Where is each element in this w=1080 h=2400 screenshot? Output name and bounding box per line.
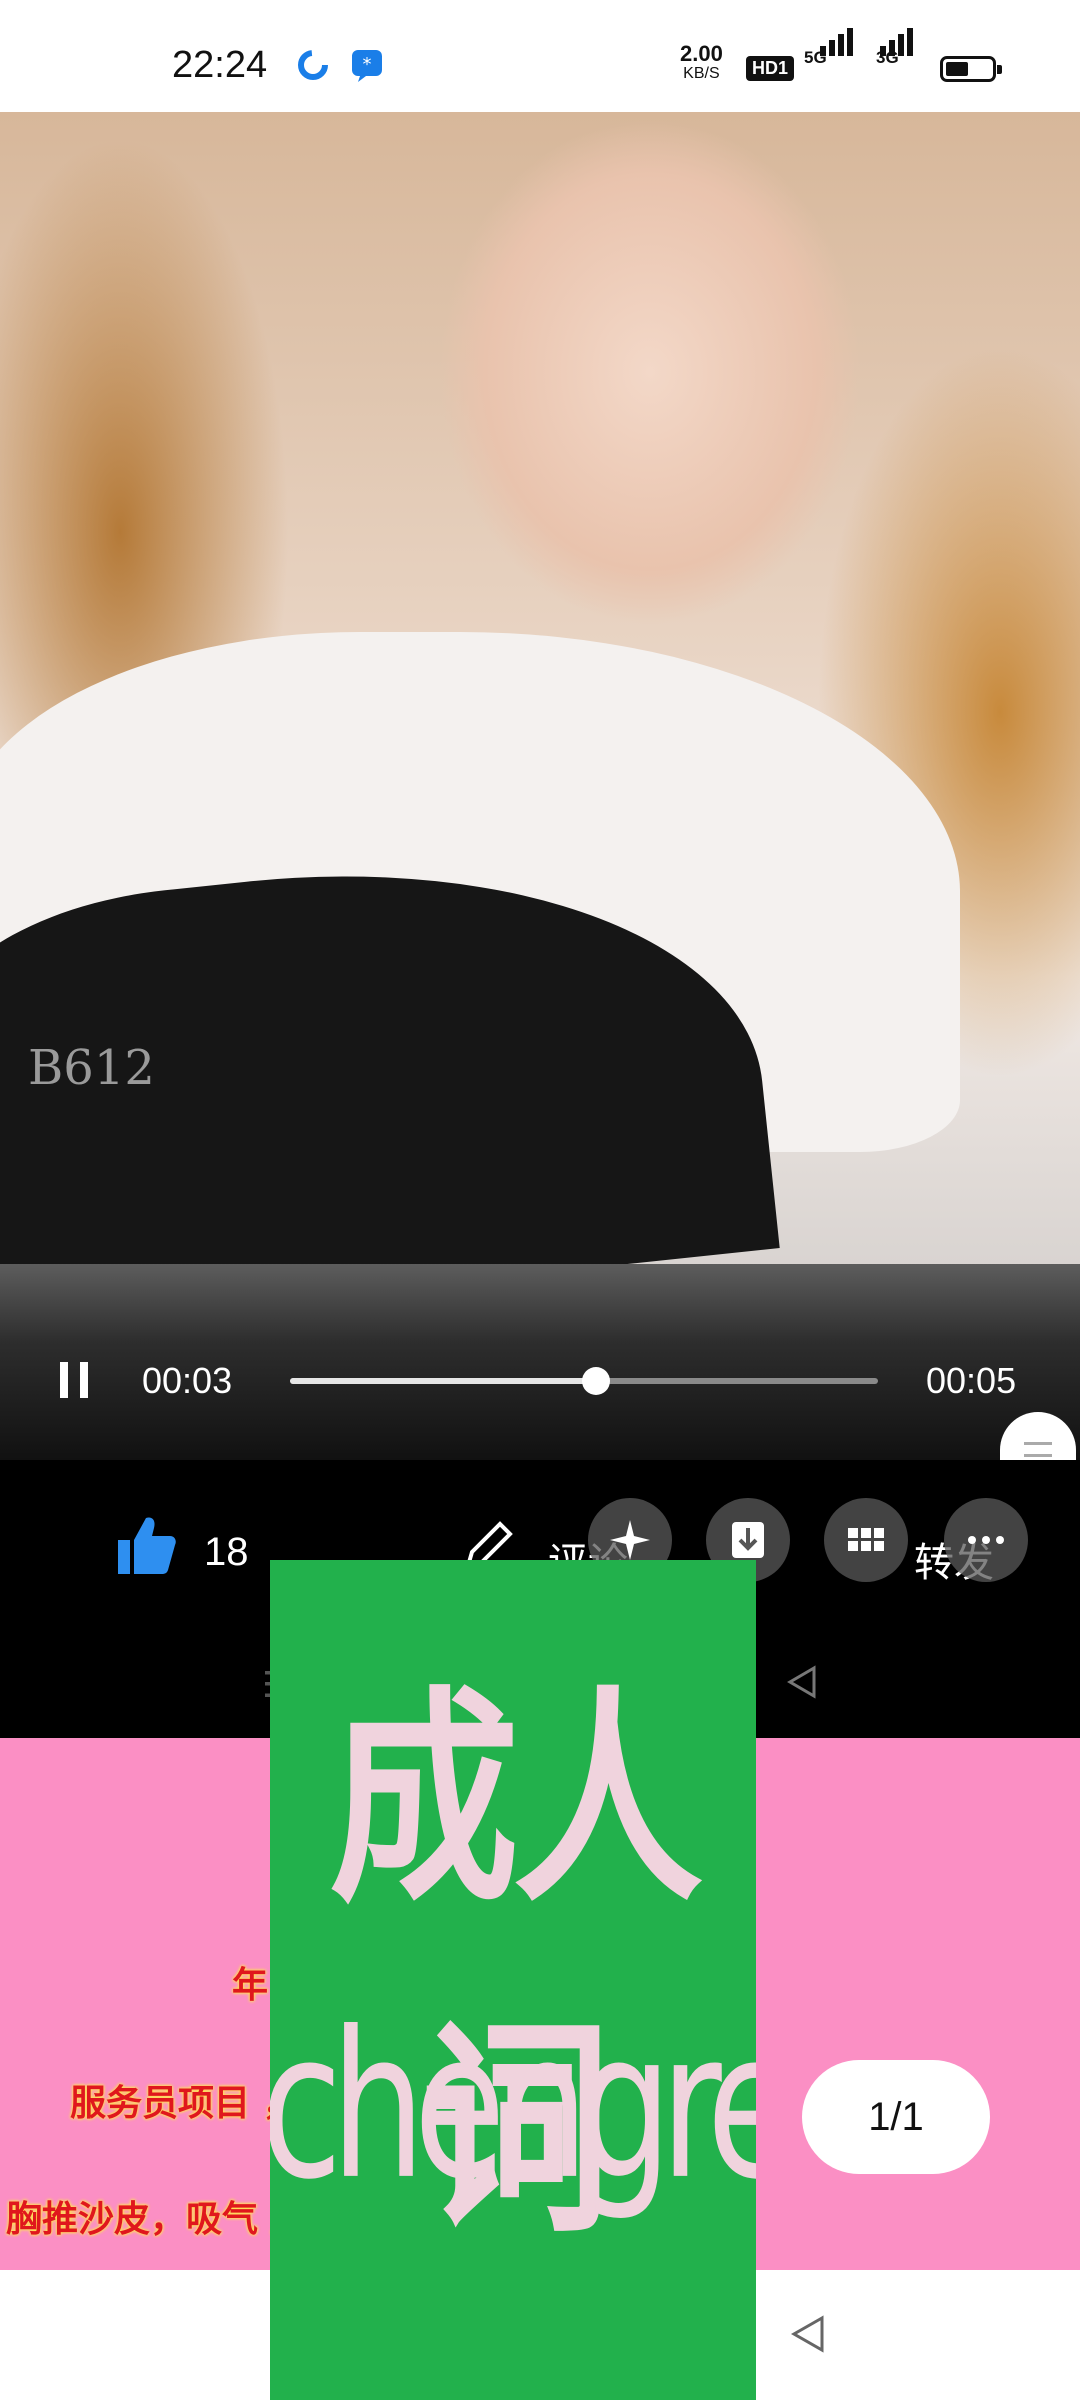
thumbs-up-icon[interactable]	[112, 1512, 178, 1578]
page-indicator: 1/1	[802, 2060, 990, 2174]
network-speed: 2.00 KB/S	[680, 41, 723, 84]
circle-app-icon	[298, 50, 328, 80]
status-time: 22:24	[172, 44, 268, 86]
network-speed-value: 2.00	[680, 41, 723, 66]
b612-watermark: B612	[28, 1040, 155, 1096]
total-time: 00:05	[926, 1360, 1017, 1401]
seek-thumb[interactable]	[581, 1367, 610, 1395]
battery-icon	[940, 56, 1002, 82]
pause-icon[interactable]	[60, 1362, 90, 1398]
grid-icon	[848, 1528, 884, 1551]
ad-url: chengrenci.com	[270, 1989, 756, 2225]
current-time: 00:03	[142, 1360, 233, 1401]
back-triangle-icon[interactable]	[782, 1662, 822, 1702]
like-count: 18	[204, 1530, 249, 1574]
network-speed-unit: KB/S	[683, 65, 720, 82]
float-grid-button[interactable]	[824, 1498, 908, 1582]
hd-badge: HD1	[746, 56, 795, 81]
ad-overlay[interactable]: 成人词 chengrenci.com	[270, 1560, 756, 2400]
message-app-icon: *	[352, 50, 382, 82]
seek-bar[interactable]	[290, 1367, 878, 1395]
more-dots-icon	[968, 1536, 1004, 1544]
status-bar: 22:24 * 2.00 KB/S HD1 5G 3G	[0, 0, 1080, 112]
video-frame[interactable]	[0, 112, 1080, 1264]
svg-text:*: *	[363, 54, 372, 75]
float-more-button[interactable]	[944, 1498, 1028, 1582]
system-back-icon[interactable]	[786, 2312, 830, 2356]
seek-progress	[290, 1378, 596, 1384]
